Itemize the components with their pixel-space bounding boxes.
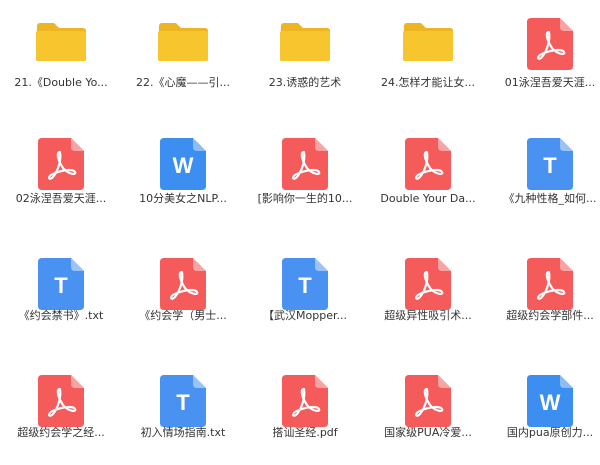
pdf-icon	[405, 258, 451, 310]
file-item[interactable]: 22.《心魔——引...	[125, 8, 241, 108]
file-name: 22.《心魔——引...	[136, 76, 230, 89]
file-item[interactable]: W 10分美女之NLP...	[125, 128, 241, 228]
file-item[interactable]: Double Your Da...	[370, 128, 486, 228]
pdf-icon	[282, 375, 328, 427]
file-name: 超级约会学部件...	[506, 309, 594, 322]
file-item[interactable]: 超级约会学之经...	[3, 365, 119, 465]
txt-icon: T	[160, 375, 206, 427]
txt-icon: T	[38, 258, 84, 310]
pdf-icon	[282, 138, 328, 190]
file-name: 《约会禁书》.txt	[18, 309, 104, 322]
file-name: 《约会学（男士...	[139, 309, 227, 322]
file-name: 初入情场指南.txt	[140, 426, 226, 439]
file-name: 超级约会学之经...	[17, 426, 105, 439]
file-item[interactable]: 23.诱惑的艺术	[247, 8, 363, 108]
file-item[interactable]: T 【武汉Mopper...	[247, 248, 363, 348]
file-name: 国内pua原创力...	[506, 426, 594, 439]
folder-icon	[35, 22, 87, 62]
pdf-icon	[527, 258, 573, 310]
pdf-icon	[38, 375, 84, 427]
file-name: 搭讪圣经.pdf	[272, 426, 338, 439]
file-grid: 21.《Double Yo... 22.《心魔——引... 23.诱惑的艺术 24.怎…	[0, 0, 600, 463]
word-glyph: W	[173, 153, 194, 178]
file-name: 【武汉Mopper...	[263, 309, 347, 322]
txt-glyph: T	[54, 273, 68, 298]
file-name: 10分美女之NLP...	[139, 192, 227, 205]
pdf-icon	[160, 258, 206, 310]
file-name: 21.《Double Yo...	[14, 76, 108, 89]
word-glyph: W	[540, 390, 561, 415]
file-name: Double Your Da...	[380, 192, 476, 205]
pdf-icon	[527, 18, 573, 70]
file-name: 超级异性吸引术...	[384, 309, 472, 322]
file-item[interactable]: 国家级PUA冷爱...	[370, 365, 486, 465]
txt-glyph: T	[543, 153, 557, 178]
file-name: 01泳涅吾爱天涯...	[504, 76, 596, 89]
file-item[interactable]: 《约会学（男士...	[125, 248, 241, 348]
txt-glyph: T	[298, 273, 312, 298]
folder-icon	[157, 22, 209, 62]
txt-icon: T	[527, 138, 573, 190]
txt-glyph: T	[176, 390, 190, 415]
file-name: 23.诱惑的艺术	[268, 76, 342, 89]
folder-icon	[279, 22, 331, 62]
file-item[interactable]: T 《九种性格_如何...	[492, 128, 600, 228]
file-item[interactable]: T 初入情场指南.txt	[125, 365, 241, 465]
pdf-icon	[405, 138, 451, 190]
file-name: 24.怎样才能让女...	[381, 76, 475, 89]
file-item[interactable]: 21.《Double Yo...	[3, 8, 119, 108]
folder-icon	[402, 22, 454, 62]
pdf-icon	[38, 138, 84, 190]
txt-icon: T	[282, 258, 328, 310]
file-item[interactable]: 超级约会学部件...	[492, 248, 600, 348]
word-icon: W	[527, 375, 573, 427]
word-icon: W	[160, 138, 206, 190]
file-name: 02泳涅吾爱天涯...	[15, 192, 107, 205]
file-name: 《九种性格_如何...	[503, 192, 597, 205]
file-item[interactable]: 01泳涅吾爱天涯...	[492, 8, 600, 108]
file-item[interactable]: 超级异性吸引术...	[370, 248, 486, 348]
file-item[interactable]: [影响你一生的10...	[247, 128, 363, 228]
file-item[interactable]: W 国内pua原创力...	[492, 365, 600, 465]
file-name: 国家级PUA冷爱...	[384, 426, 472, 439]
pdf-icon	[405, 375, 451, 427]
file-item[interactable]: 搭讪圣经.pdf	[247, 365, 363, 465]
file-item[interactable]: T 《约会禁书》.txt	[3, 248, 119, 348]
file-name: [影响你一生的10...	[257, 192, 353, 205]
file-item[interactable]: 24.怎样才能让女...	[370, 8, 486, 108]
file-item[interactable]: 02泳涅吾爱天涯...	[3, 128, 119, 228]
